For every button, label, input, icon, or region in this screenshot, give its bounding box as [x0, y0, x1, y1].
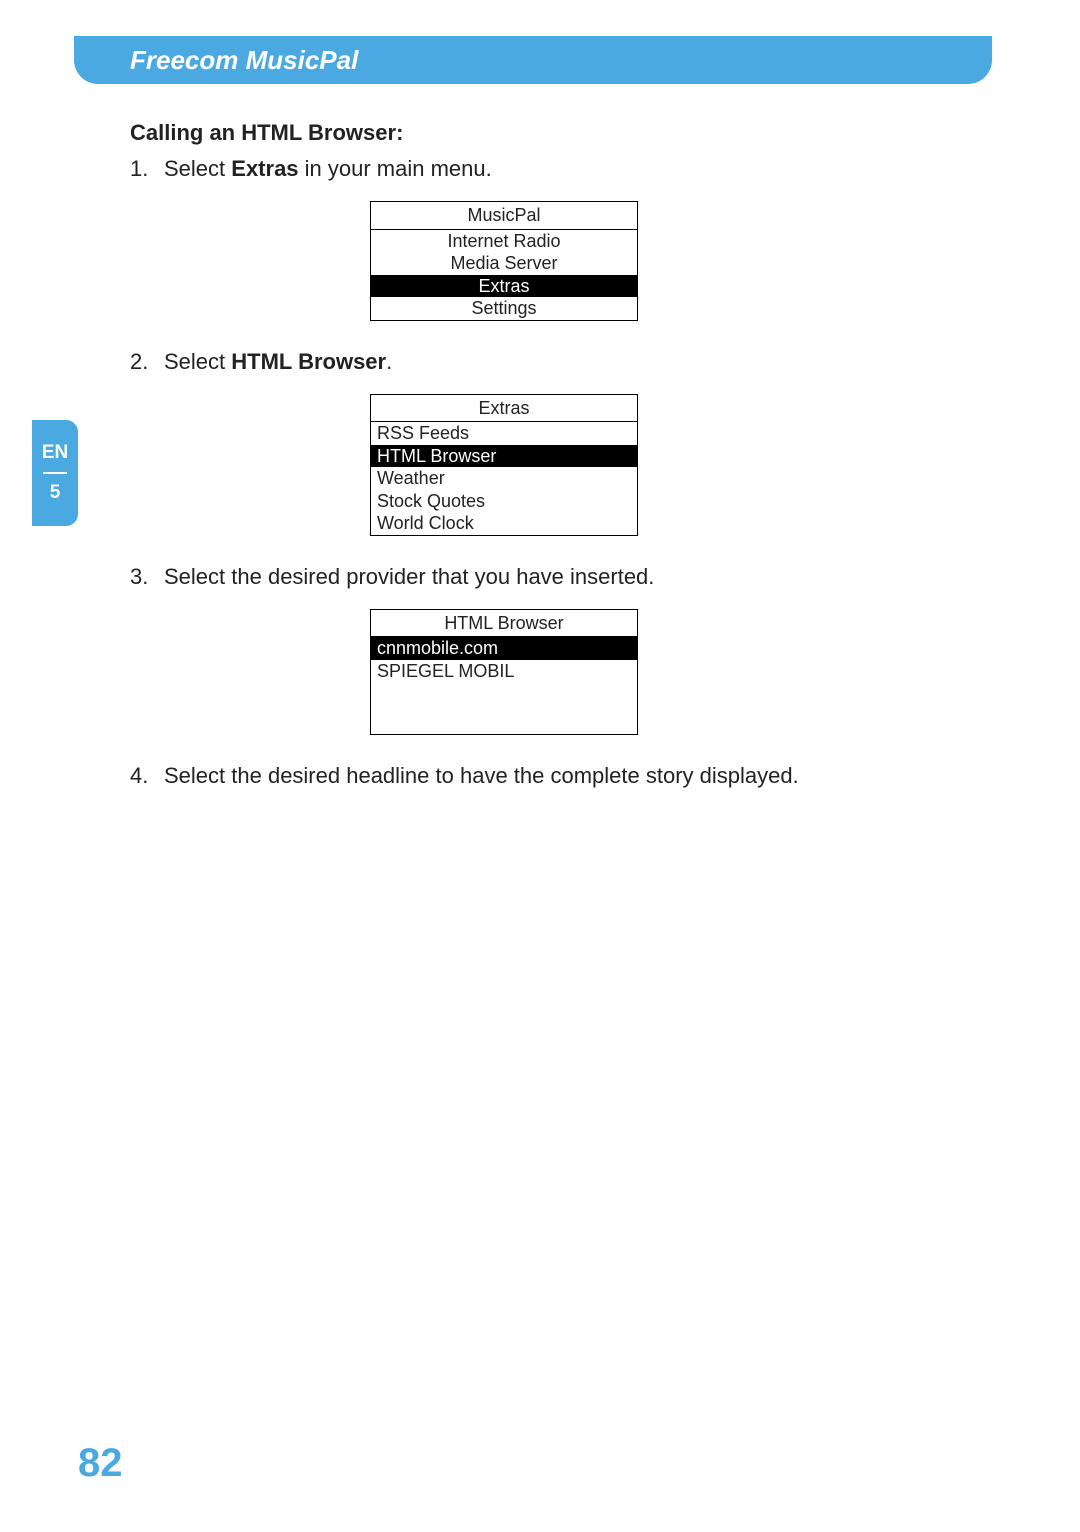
step-2-pre: Select — [164, 349, 231, 374]
menu-1-item-extras: Extras — [371, 275, 637, 298]
step-2-num: 2. — [130, 345, 164, 378]
menu-2-item-world-clock: World Clock — [371, 512, 637, 535]
step-4-text: Select the desired headline to have the … — [164, 759, 950, 792]
step-1-text: Select Extras in your main menu. — [164, 152, 950, 185]
step-3-text: Select the desired provider that you hav… — [164, 560, 950, 593]
step-2-post: . — [386, 349, 392, 374]
step-4-num: 4. — [130, 759, 164, 792]
step-list: 1. Select Extras in your main menu. — [130, 152, 950, 185]
menu-3-item-spiegel-mobil: SPIEGEL MOBIL — [371, 660, 637, 683]
header-title: Freecom MusicPal — [130, 45, 358, 76]
step-2: 2. Select HTML Browser. — [130, 345, 950, 378]
step-1-num: 1. — [130, 152, 164, 185]
content: Calling an HTML Browser: 1. Select Extra… — [130, 120, 950, 800]
menu-3-item-cnnmobile: cnnmobile.com — [371, 637, 637, 660]
step-1-pre: Select — [164, 156, 231, 181]
menu-1-item-media-server: Media Server — [371, 252, 637, 275]
menu-1-item-internet-radio: Internet Radio — [371, 230, 637, 253]
step-2-text: Select HTML Browser. — [164, 345, 950, 378]
page-number: 82 — [78, 1441, 123, 1486]
step-list-4: 4. Select the desired headline to have t… — [130, 759, 950, 792]
step-1: 1. Select Extras in your main menu. — [130, 152, 950, 185]
menu-3: HTML Browser cnnmobile.com SPIEGEL MOBIL — [370, 609, 638, 735]
menu-2-item-html-browser: HTML Browser — [371, 445, 637, 468]
menu-1: MusicPal Internet Radio Media Server Ext… — [370, 201, 638, 321]
menu-2: Extras RSS Feeds HTML Browser Weather St… — [370, 394, 638, 536]
side-tab-chapter: 5 — [50, 482, 61, 504]
step-2-bold: HTML Browser — [231, 349, 386, 374]
menu-2-item-stock-quotes: Stock Quotes — [371, 490, 637, 513]
step-list-3: 3. Select the desired provider that you … — [130, 560, 950, 593]
section-title: Calling an HTML Browser: — [130, 120, 950, 146]
side-tab-divider — [43, 472, 67, 474]
step-list-2: 2. Select HTML Browser. — [130, 345, 950, 378]
header-bar: Freecom MusicPal — [74, 36, 992, 84]
side-tab-lang: EN — [42, 442, 68, 464]
step-1-bold: Extras — [231, 156, 298, 181]
menu-2-title: Extras — [371, 395, 637, 422]
side-tab: EN 5 — [32, 420, 78, 526]
step-3: 3. Select the desired provider that you … — [130, 560, 950, 593]
step-1-post: in your main menu. — [299, 156, 492, 181]
menu-2-item-weather: Weather — [371, 467, 637, 490]
menu-2-item-rss-feeds: RSS Feeds — [371, 422, 637, 445]
menu-3-title: HTML Browser — [371, 610, 637, 637]
menu-1-item-settings: Settings — [371, 297, 637, 320]
step-3-num: 3. — [130, 560, 164, 593]
step-4: 4. Select the desired headline to have t… — [130, 759, 950, 792]
menu-1-title: MusicPal — [371, 202, 637, 229]
